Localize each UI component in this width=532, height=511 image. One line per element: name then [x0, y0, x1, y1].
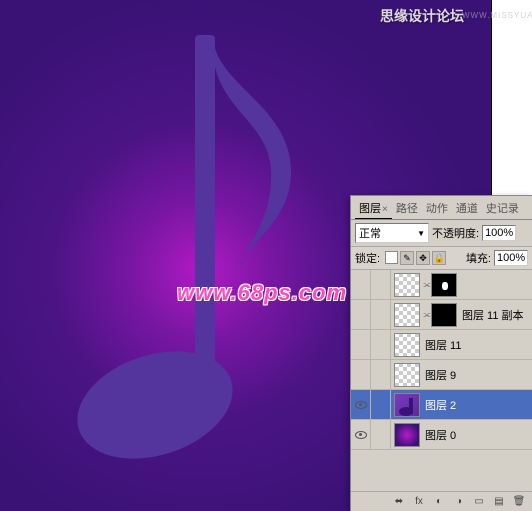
layer-row[interactable]: ⫘ [351, 270, 532, 300]
chain-icon: ⫘ [423, 280, 431, 290]
link-col[interactable] [371, 300, 391, 329]
layer-name[interactable]: 图层 0 [423, 427, 456, 443]
new-layer-icon[interactable]: ▤ [490, 494, 508, 510]
eye-icon [355, 401, 367, 409]
layer-mask[interactable] [431, 303, 457, 327]
fill-input[interactable]: 100% [494, 250, 528, 266]
blend-row: 正常 ▼ 不透明度: 100% [351, 220, 532, 246]
layer-thumb[interactable] [394, 303, 420, 327]
link-col[interactable] [371, 270, 391, 299]
blend-mode-select[interactable]: 正常 ▼ [355, 223, 429, 243]
fill-label: 填充: [466, 250, 491, 266]
layer-name[interactable]: 图层 11 [423, 337, 461, 353]
link-col[interactable] [371, 360, 391, 389]
watermark-center: www.68ps.com [177, 280, 347, 306]
visibility-toggle[interactable] [351, 360, 371, 389]
note-head [63, 333, 246, 478]
lock-all-icon[interactable]: 🔒 [432, 251, 446, 265]
layer-thumb[interactable] [394, 363, 420, 387]
tab-history[interactable]: 史记录 [482, 198, 523, 219]
folder-icon[interactable]: ▭ [470, 494, 488, 510]
chevron-down-icon: ▼ [417, 229, 425, 238]
panel-footer: ⬌ fx ◐ ◑ ▭ ▤ 🗑 [351, 491, 532, 511]
visibility-toggle[interactable] [351, 300, 371, 329]
layer-name[interactable]: 图层 11 副本 [460, 307, 524, 323]
lock-position-icon[interactable]: ✥ [416, 251, 430, 265]
layer-thumb[interactable] [394, 393, 420, 417]
layer-row[interactable]: 图层 9 [351, 360, 532, 390]
visibility-toggle[interactable] [351, 420, 371, 449]
tab-close-icon[interactable]: × [382, 204, 388, 215]
eye-icon [355, 431, 367, 439]
music-note-shape [75, 35, 295, 475]
layer-thumb[interactable] [394, 333, 420, 357]
lock-transparent-checkbox[interactable] [385, 251, 398, 264]
panel-tabs: 图层× 路径 动作 通道 史记录 [351, 196, 532, 220]
opacity-label: 不透明度: [432, 225, 479, 241]
layer-row-selected[interactable]: 图层 2 [351, 390, 532, 420]
trash-icon[interactable]: 🗑 [510, 494, 528, 510]
lock-pixel-icon[interactable]: ✎ [400, 251, 414, 265]
adjustment-icon[interactable]: ◑ [450, 494, 468, 510]
chain-icon: ⫘ [423, 310, 431, 320]
layer-name[interactable]: 图层 2 [423, 397, 456, 413]
tab-channels[interactable]: 通道 [452, 198, 482, 219]
tab-paths[interactable]: 路径 [392, 198, 422, 219]
layer-thumb[interactable] [394, 273, 420, 297]
visibility-toggle[interactable] [351, 390, 371, 419]
tab-actions[interactable]: 动作 [422, 198, 452, 219]
visibility-toggle[interactable] [351, 330, 371, 359]
note-flag [203, 35, 293, 265]
fx-icon[interactable]: fx [410, 494, 428, 510]
blend-mode-value: 正常 [359, 225, 381, 241]
layer-thumb[interactable] [394, 423, 420, 447]
link-layers-icon[interactable]: ⬌ [390, 494, 408, 510]
tab-layers[interactable]: 图层× [355, 198, 392, 219]
layer-row[interactable]: 图层 0 [351, 420, 532, 450]
layer-mask[interactable] [431, 273, 457, 297]
layer-row[interactable]: 图层 11 [351, 330, 532, 360]
mask-icon[interactable]: ◐ [430, 494, 448, 510]
lock-row: 锁定: ✎ ✥ 🔒 填充: 100% [351, 246, 532, 270]
watermark-top: 思缘设计论坛 [380, 6, 464, 26]
opacity-input[interactable]: 100% [482, 225, 516, 241]
visibility-toggle[interactable] [351, 270, 371, 299]
link-col[interactable] [371, 420, 391, 449]
layers-list: ⫘ ⫘ 图层 11 副本 图层 11 图层 9 图 [351, 270, 532, 450]
lock-label: 锁定: [355, 250, 380, 266]
link-col[interactable] [371, 390, 391, 419]
layer-row[interactable]: ⫘ 图层 11 副本 [351, 300, 532, 330]
layers-panel: 图层× 路径 动作 通道 史记录 正常 ▼ 不透明度: 100% 锁定: ✎ ✥… [350, 195, 532, 511]
layer-name[interactable]: 图层 9 [423, 367, 456, 383]
link-col[interactable] [371, 330, 391, 359]
watermark-top-url: WWW.MISSYUAN.COM [462, 11, 532, 20]
